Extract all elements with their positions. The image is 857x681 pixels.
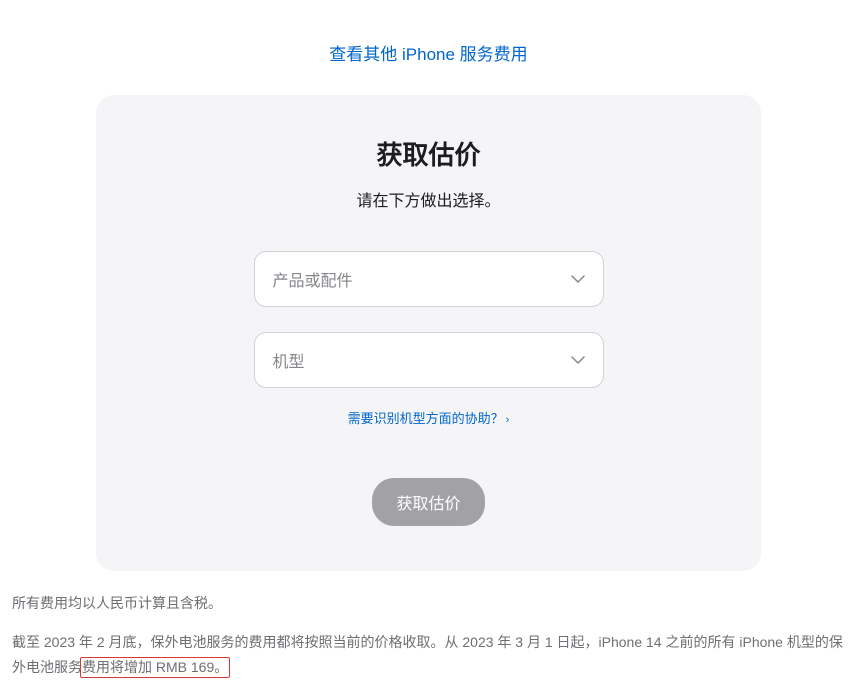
help-link-wrapper: 需要识别机型方面的协助？› [136,408,721,428]
footer-note-price-change: 截至 2023 年 2 月底，保外电池服务的费用都将按照当前的价格收取。从 20… [12,630,845,680]
product-select[interactable]: 产品或配件 [254,251,604,307]
price-increase-highlight: 费用将增加 RMB 169。 [82,659,228,675]
chevron-right-icon: › [506,414,510,426]
card-subtitle: 请在下方做出选择。 [136,187,721,211]
product-select-wrapper: 产品或配件 [254,251,604,307]
footer-note-currency: 所有费用均以人民币计算且含税。 [12,591,845,616]
chevron-down-icon [571,275,585,283]
get-estimate-button[interactable]: 获取估价 [372,478,484,526]
model-select-wrapper: 机型 [254,332,604,388]
top-other-services-link: 查看其他 iPhone 服务费用 [0,0,857,95]
other-iphone-services-link[interactable]: 查看其他 iPhone 服务费用 [329,45,527,64]
help-link-text: 需要识别机型方面的协助？ [348,411,504,426]
card-title: 获取估价 [136,135,721,172]
model-select-placeholder: 机型 [273,348,305,372]
chevron-down-icon [571,356,585,364]
footer-text: 所有费用均以人民币计算且含税。 截至 2023 年 2 月底，保外电池服务的费用… [0,571,857,681]
identify-model-help-link[interactable]: 需要识别机型方面的协助？› [348,411,510,426]
product-select-placeholder: 产品或配件 [273,267,353,291]
estimate-card: 获取估价 请在下方做出选择。 产品或配件 机型 需要识别机型方面的协助？› 获取… [96,95,761,571]
model-select[interactable]: 机型 [254,332,604,388]
